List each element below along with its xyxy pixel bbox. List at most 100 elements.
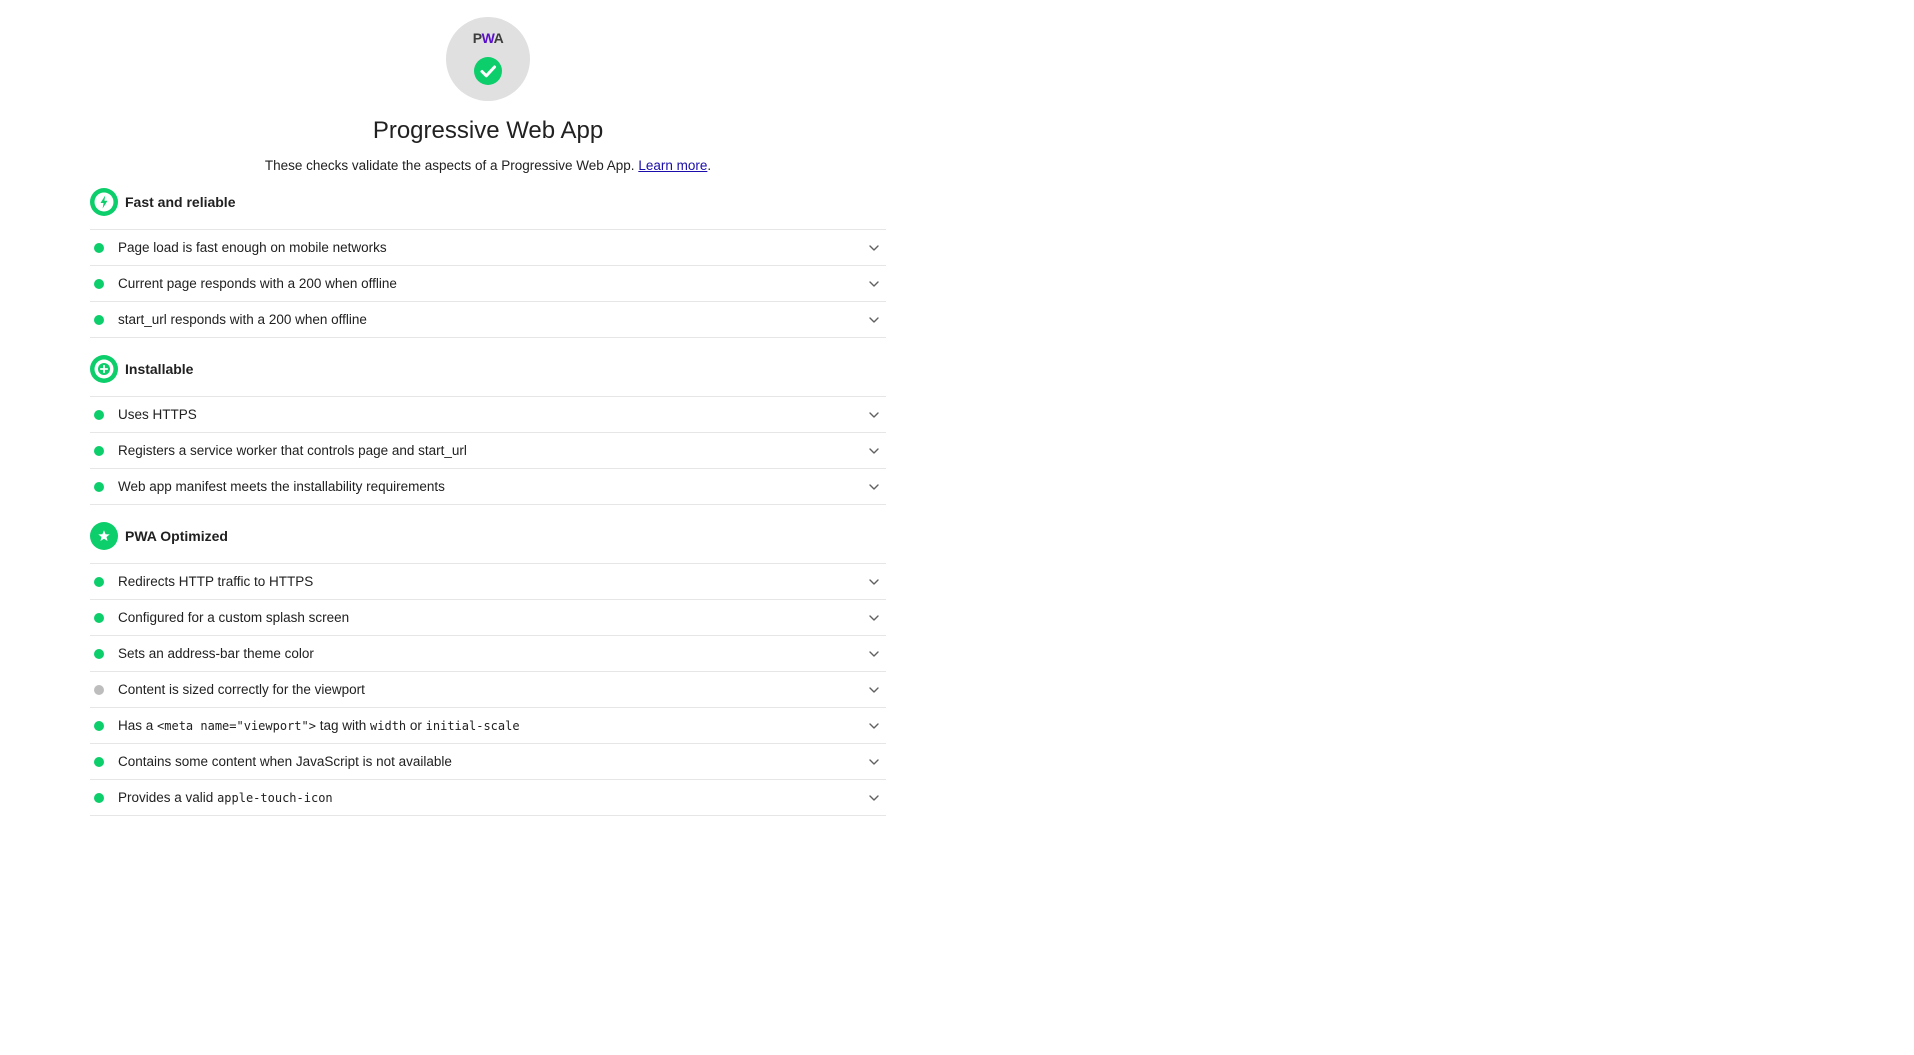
audit-title: Uses HTTPS xyxy=(118,407,868,422)
audit-title: Current page responds with a 200 when of… xyxy=(118,276,868,291)
chevron-down-icon[interactable] xyxy=(868,409,880,421)
chevron-down-icon[interactable] xyxy=(868,684,880,696)
audit-title-text: Provides a valid xyxy=(118,790,218,805)
pass-status-dot xyxy=(94,445,104,456)
pass-status-dot xyxy=(94,648,104,659)
audit-title: Sets an address-bar theme color xyxy=(118,646,868,661)
chevron-down-icon[interactable] xyxy=(868,720,880,732)
category-description: These checks validate the aspects of a P… xyxy=(90,158,886,173)
check-circle-icon xyxy=(474,57,502,85)
audit-title: Web app manifest meets the installabilit… xyxy=(118,479,868,494)
audit-title-code: apple-touch-icon xyxy=(217,791,333,805)
logo-letter-a: A xyxy=(493,30,504,46)
pass-status-dot xyxy=(94,756,104,767)
chevron-down-icon[interactable] xyxy=(868,314,880,326)
pass-status-dot xyxy=(94,576,104,587)
pass-status-dot xyxy=(94,278,104,289)
audit-title: Configured for a custom splash screen xyxy=(118,610,868,625)
audit-row[interactable]: Contains some content when JavaScript is… xyxy=(90,743,886,779)
pass-status-dot xyxy=(94,720,104,731)
chevron-down-icon[interactable] xyxy=(868,481,880,493)
audit-title: Provides a valid apple-touch-icon xyxy=(118,790,868,805)
audit-row[interactable]: Provides a valid apple-touch-icon xyxy=(90,779,886,816)
chevron-down-icon[interactable] xyxy=(868,612,880,624)
audit-title-text: Redirects HTTP traffic to HTTPS xyxy=(118,574,314,589)
group-header: Installable xyxy=(90,354,886,384)
audit-title-text: or xyxy=(406,718,426,733)
pass-status-dot xyxy=(94,612,104,623)
audit-title-code: initial-scale xyxy=(425,719,520,733)
audit-title: Registers a service worker that controls… xyxy=(118,443,868,458)
learn-more-link[interactable]: Learn more xyxy=(638,158,707,173)
chevron-down-icon[interactable] xyxy=(868,242,880,254)
audit-title-text: Content is sized correctly for the viewp… xyxy=(118,682,365,697)
audit-list: Redirects HTTP traffic to HTTPS Configure… xyxy=(90,563,886,816)
audit-title-text: tag with xyxy=(315,718,371,733)
audit-row[interactable]: Page load is fast enough on mobile netwo… xyxy=(90,229,886,265)
audit-title-text: Contains some content when JavaScript is… xyxy=(118,754,452,769)
page-title: Progressive Web App xyxy=(372,117,604,144)
pass-status-dot xyxy=(94,481,104,492)
group-title: Installable xyxy=(125,361,194,377)
description-text: These checks validate the aspects of a P… xyxy=(264,158,635,173)
audit-title-text: Configured for a custom splash screen xyxy=(118,610,350,625)
audit-title-text: Registers a service worker that controls… xyxy=(118,443,467,458)
group-title: Fast and reliable xyxy=(125,194,236,210)
audit-row[interactable]: Has a <meta name="viewport"> tag with wi… xyxy=(90,707,886,743)
audit-group: Fast and reliable Page load is fast enoug… xyxy=(90,187,886,338)
chevron-down-icon[interactable] xyxy=(868,576,880,588)
audit-title-code: width xyxy=(370,719,407,733)
na-status-dot xyxy=(94,684,104,695)
pwa-logo-icon: PWA xyxy=(446,30,530,46)
audit-row[interactable]: Content is sized correctly for the viewp… xyxy=(90,671,886,707)
audit-title: Has a <meta name="viewport"> tag with wi… xyxy=(118,718,868,733)
group-header: PWA Optimized xyxy=(90,521,886,551)
chevron-down-icon[interactable] xyxy=(868,792,880,804)
group-title: PWA Optimized xyxy=(125,528,228,544)
pass-status-dot xyxy=(94,409,104,420)
group-header: Fast and reliable xyxy=(90,187,886,217)
audit-title: Contains some content when JavaScript is… xyxy=(118,754,868,769)
audit-row[interactable]: Sets an address-bar theme color xyxy=(90,635,886,671)
audit-row[interactable]: Current page responds with a 200 when of… xyxy=(90,265,886,301)
pass-status-dot xyxy=(94,314,104,325)
audit-list: Page load is fast enough on mobile netwo… xyxy=(90,229,886,338)
chevron-down-icon[interactable] xyxy=(868,648,880,660)
audit-title: start_url responds with a 200 when offli… xyxy=(118,312,868,327)
audit-title: Content is sized correctly for the viewp… xyxy=(118,682,868,697)
audit-title-text: Has a xyxy=(118,718,158,733)
audit-row[interactable]: Web app manifest meets the installabilit… xyxy=(90,468,886,505)
audit-title-text: Web app manifest meets the installabilit… xyxy=(118,479,445,494)
audit-row[interactable]: Registers a service worker that controls… xyxy=(90,432,886,468)
audit-group: Installable Uses HTTPS Registers a service… xyxy=(90,354,886,505)
report-page: PWA Progressive Web App These checks val… xyxy=(0,0,1914,1055)
audit-groups: Fast and reliable Page load is fast enoug… xyxy=(90,187,886,816)
pwa-badge-gauge: PWA xyxy=(446,17,530,101)
audit-title-code: <meta name="viewport"> xyxy=(157,719,316,733)
lightning-icon xyxy=(90,188,118,216)
chevron-down-icon[interactable] xyxy=(868,756,880,768)
audit-title-text: start_url responds with a 200 when offli… xyxy=(118,312,367,327)
audit-title-text: Uses HTTPS xyxy=(118,407,197,422)
logo-letter-w: W xyxy=(481,30,494,46)
audit-row[interactable]: Configured for a custom splash screen xyxy=(90,599,886,635)
audit-row[interactable]: Uses HTTPS xyxy=(90,396,886,432)
audit-title-text: Page load is fast enough on mobile netwo… xyxy=(118,240,387,255)
audit-list: Uses HTTPS Registers a service worker tha… xyxy=(90,396,886,505)
audit-title-text: Current page responds with a 200 when of… xyxy=(118,276,397,291)
audit-row[interactable]: start_url responds with a 200 when offli… xyxy=(90,301,886,338)
audit-title-text: Sets an address-bar theme color xyxy=(118,646,314,661)
description-end: . xyxy=(707,158,712,173)
logo-letter-p: P xyxy=(472,30,482,46)
audit-group: PWA Optimized Redirects HTTP traffic to H… xyxy=(90,521,886,816)
audit-title: Page load is fast enough on mobile netwo… xyxy=(118,240,868,255)
chevron-down-icon[interactable] xyxy=(868,445,880,457)
audit-title: Redirects HTTP traffic to HTTPS xyxy=(118,574,868,589)
pass-status-dot xyxy=(94,242,104,253)
audit-row[interactable]: Redirects HTTP traffic to HTTPS xyxy=(90,563,886,599)
plus-icon xyxy=(90,355,118,383)
pass-status-dot xyxy=(94,792,104,803)
chevron-down-icon[interactable] xyxy=(868,278,880,290)
star-icon xyxy=(90,522,118,550)
category-header: PWA Progressive Web App These checks val… xyxy=(90,17,886,173)
